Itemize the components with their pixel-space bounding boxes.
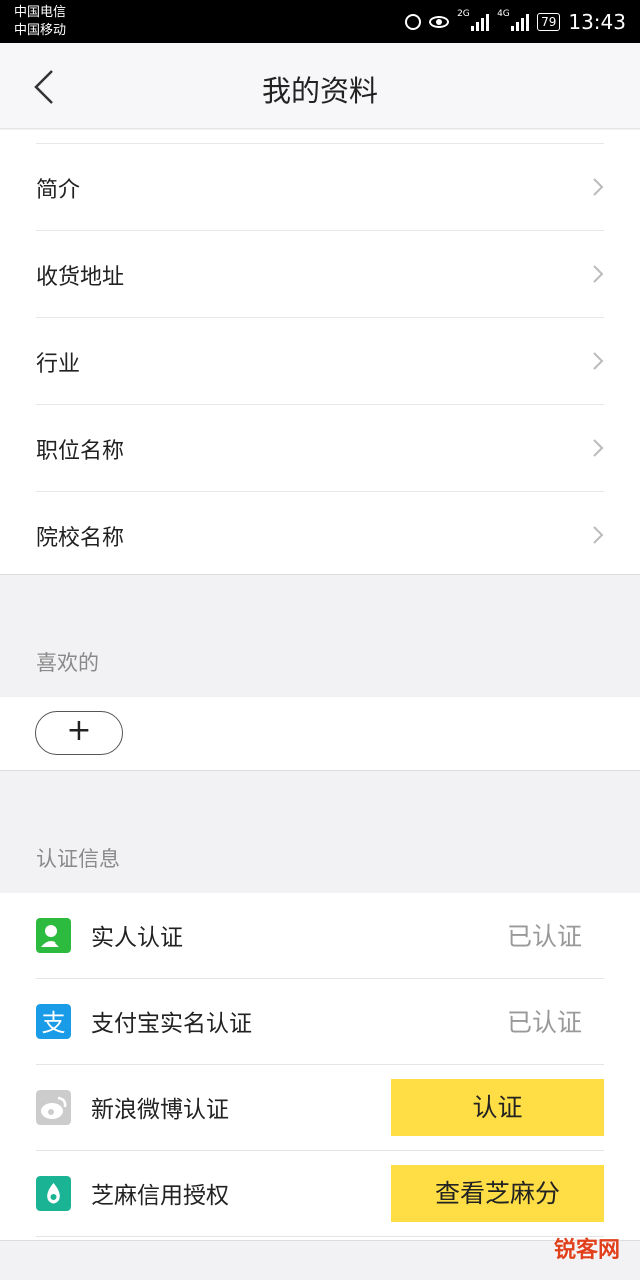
item-label: 简介 <box>36 178 81 203</box>
item-label: 收货地址 <box>36 265 125 290</box>
verification-section: 实人认证 已认证 支 支付宝实名认证 已认证 新浪微博认证 认证 芝麻信用授权 … <box>0 893 640 1241</box>
verified-status: 已认证 <box>506 1008 582 1037</box>
profile-item-industry[interactable]: 行业 <box>36 318 604 405</box>
profile-item-address[interactable]: 收货地址 <box>36 231 604 318</box>
likes-title: 喜欢的 <box>36 651 99 675</box>
weibo-icon <box>36 1090 71 1125</box>
nav-header: 我的资料 <box>0 43 640 129</box>
item-label: 职位名称 <box>36 439 125 464</box>
watermark: 锐客网 <box>553 1238 620 1263</box>
verify-label: 新浪微博认证 <box>91 1097 229 1123</box>
verification-title: 认证信息 <box>36 847 120 871</box>
carrier-1: 中国电信 <box>14 5 67 20</box>
verify-label: 芝麻信用授权 <box>91 1183 229 1209</box>
signal-4g-label: 4G <box>497 9 510 19</box>
chevron-right-icon <box>593 178 604 196</box>
signal-4g-icon: 4G <box>497 9 530 31</box>
weibo-verify-button[interactable]: 认证 <box>391 1079 604 1136</box>
view-sesame-score-button[interactable]: 查看芝麻分 <box>391 1165 604 1222</box>
alipay-icon: 支 <box>36 1004 71 1039</box>
verified-status: 已认证 <box>506 922 582 951</box>
person-verify-icon <box>36 918 71 953</box>
signal-2g-icon: 2G <box>457 9 490 31</box>
profile-item-job-title[interactable]: 职位名称 <box>36 405 604 492</box>
list-divider <box>36 130 604 144</box>
profile-item-intro[interactable]: 简介 <box>36 144 604 231</box>
chevron-right-icon <box>593 439 604 457</box>
verify-item-realname[interactable]: 实人认证 已认证 <box>36 893 604 979</box>
verify-item-weibo[interactable]: 新浪微博认证 认证 <box>36 1065 604 1151</box>
svg-text:支: 支 <box>42 1009 66 1037</box>
item-label: 行业 <box>36 352 81 377</box>
carrier-info: 中国电信 中国移动 <box>14 4 66 40</box>
likes-section: + <box>0 697 640 771</box>
chevron-right-icon <box>593 265 604 283</box>
verify-label: 实人认证 <box>91 925 183 951</box>
verify-item-sesame[interactable]: 芝麻信用授权 查看芝麻分 <box>36 1151 604 1237</box>
profile-section: 简介 收货地址 行业 职位名称 院校名称 <box>0 130 640 575</box>
sesame-icon <box>36 1176 71 1211</box>
page-title: 我的资料 <box>261 74 378 108</box>
profile-item-school[interactable]: 院校名称 <box>36 492 604 579</box>
carrier-2: 中国移动 <box>14 23 67 38</box>
chevron-right-icon <box>593 352 604 370</box>
signal-2g-label: 2G <box>457 9 470 19</box>
add-like-button[interactable]: + <box>35 711 123 755</box>
status-bar: 中国电信 中国移动 2G 4G 79 13:43 <box>0 0 640 43</box>
status-icons: 2G 4G 79 13:43 <box>405 8 626 36</box>
alarm-icon <box>405 14 422 30</box>
clock: 13:43 <box>568 10 626 34</box>
item-label: 院校名称 <box>36 526 125 551</box>
chevron-right-icon <box>593 526 604 544</box>
verify-label: 支付宝实名认证 <box>91 1011 252 1037</box>
verify-item-alipay[interactable]: 支 支付宝实名认证 已认证 <box>36 979 604 1065</box>
eye-comfort-icon <box>429 16 450 28</box>
battery-icon: 79 <box>537 13 561 31</box>
